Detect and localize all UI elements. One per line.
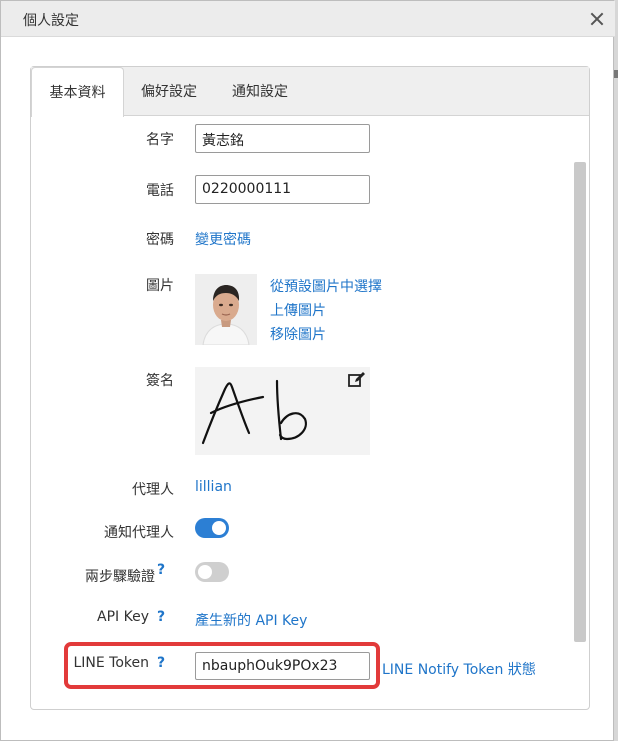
line-token-highlight <box>64 642 380 689</box>
two-step-help-icon[interactable]: ? <box>157 562 165 578</box>
api-key-help-icon[interactable]: ? <box>157 609 165 625</box>
profile-photo-icon <box>195 274 257 345</box>
change-password-link[interactable]: 變更密碼 <box>195 229 251 249</box>
remove-picture-link[interactable]: 移除圖片 <box>270 324 326 344</box>
upload-picture-link[interactable]: 上傳圖片 <box>270 300 326 320</box>
personal-settings-dialog: 個人設定 基本資料 偏好設定 通知設定 名字 黃志銘 電話 0220000111… <box>0 0 615 741</box>
tab-basic-info[interactable]: 基本資料 <box>31 67 124 117</box>
two-step-toggle[interactable] <box>195 562 229 582</box>
agent-label: 代理人 <box>132 482 174 498</box>
name-field[interactable]: 黃志銘 <box>195 124 370 153</box>
notify-agent-toggle[interactable] <box>195 518 229 538</box>
phone-field[interactable]: 0220000111 <box>195 175 370 204</box>
password-label: 密碼 <box>146 232 174 248</box>
choose-default-picture-link[interactable]: 從預設圖片中選擇 <box>270 276 382 296</box>
api-key-label: API Key <box>97 609 149 625</box>
signature-label: 簽名 <box>146 373 174 389</box>
agent-link[interactable]: lillian <box>195 479 232 495</box>
tab-bar: 基本資料 偏好設定 通知設定 <box>31 67 589 117</box>
dialog-title: 個人設定 <box>23 13 79 29</box>
picture-label: 圖片 <box>146 278 174 294</box>
phone-label: 電話 <box>146 183 174 199</box>
edit-signature-icon[interactable] <box>348 372 366 388</box>
handwritten-signature-icon <box>201 379 307 445</box>
tab-notifications[interactable]: 通知設定 <box>232 81 288 101</box>
line-notify-status-link[interactable]: LINE Notify Token 狀態 <box>382 659 536 679</box>
avatar <box>195 274 257 345</box>
scrollbar[interactable] <box>574 162 586 642</box>
name-label: 名字 <box>146 132 174 148</box>
dialog-titlebar: 個人設定 <box>1 1 615 37</box>
notify-agent-label: 通知代理人 <box>104 525 174 541</box>
generate-api-key-link[interactable]: 產生新的 API Key <box>195 610 307 630</box>
signature-pad[interactable] <box>195 367 370 455</box>
close-icon[interactable] <box>590 12 604 26</box>
two-step-label: 兩步驟驗證 <box>85 569 155 585</box>
window-edge-marker <box>614 70 618 78</box>
tab-preferences[interactable]: 偏好設定 <box>141 81 197 101</box>
